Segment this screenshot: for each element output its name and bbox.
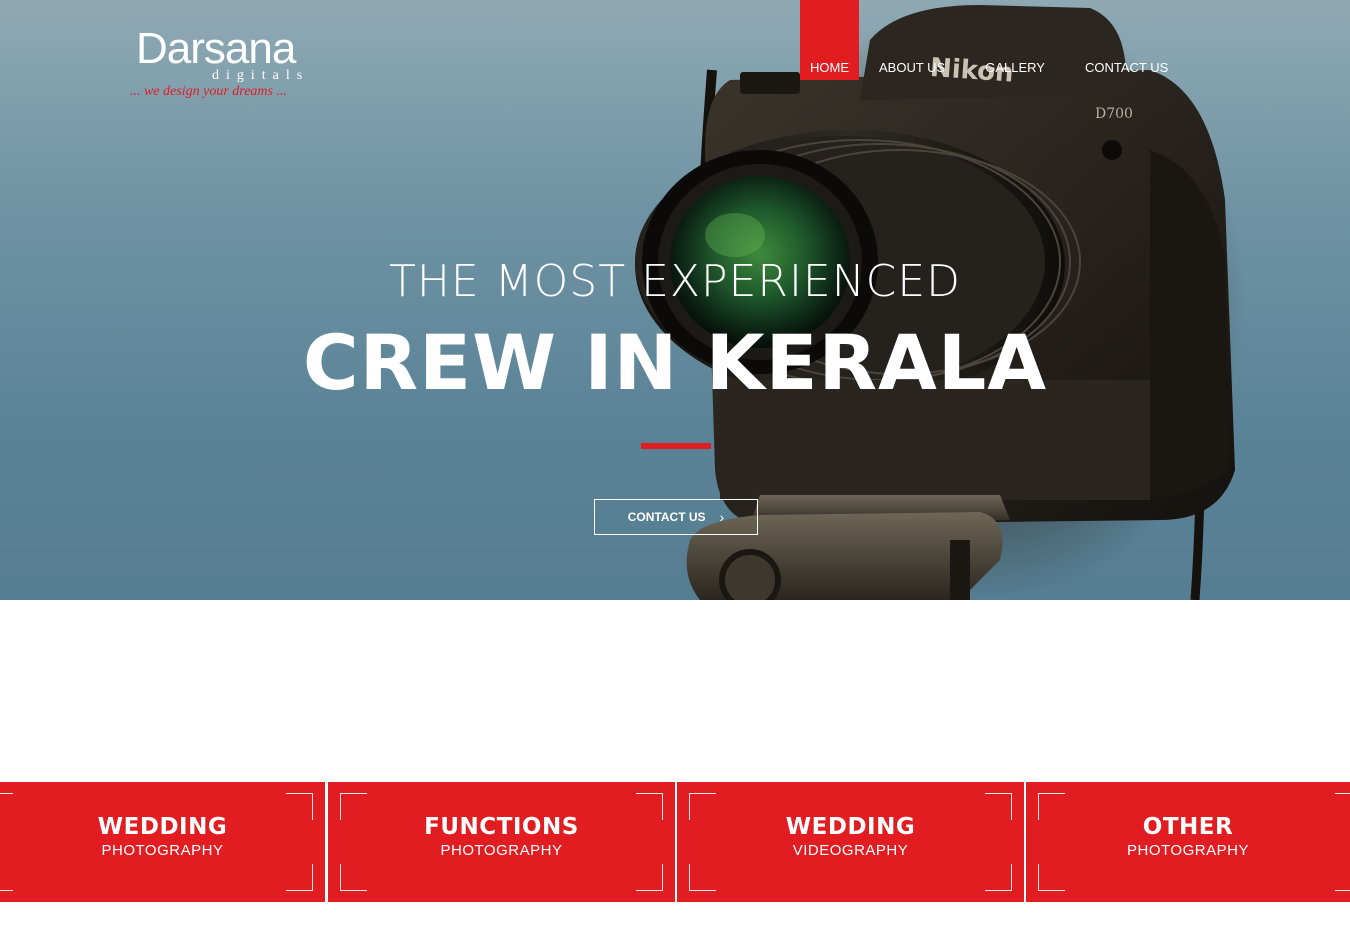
hero-subheading: THE MOST EXPERIENCED [388, 256, 962, 307]
brand-sub: digitals [212, 68, 310, 83]
service-subtitle: PHOTOGRAPHY [1127, 842, 1249, 859]
service-wedding-videography[interactable]: WEDDING VIDEOGRAPHY [677, 782, 1024, 902]
nav-item-label: GALLERY [985, 60, 1045, 75]
hero-heading: CREW IN KERALA [302, 318, 1048, 407]
service-subtitle: VIDEOGRAPHY [792, 842, 909, 859]
brand-tagline: ... we design your dreams ... [130, 84, 287, 99]
nav-item-label: HOME [810, 60, 849, 75]
corner-frame [286, 864, 313, 891]
service-wedding-photography[interactable]: WEDDING PHOTOGRAPHY [0, 782, 325, 902]
hero-divider [641, 443, 711, 449]
brand-logo[interactable]: Darsana digitals ... we design your drea… [130, 24, 340, 104]
nav-item-gallery[interactable]: GALLERY [965, 0, 1065, 80]
chevron-right-icon: › [719, 509, 725, 525]
nav-item-label: ABOUT US [879, 60, 946, 75]
service-functions-photography[interactable]: FUNCTIONS PHOTOGRAPHY [328, 782, 675, 902]
service-subtitle: PHOTOGRAPHY [101, 842, 224, 859]
brand-name: Darsana [136, 24, 296, 73]
hero-banner: Nikon D700 Darsana digitals ... we desig… [0, 0, 1350, 600]
service-subtitle: PHOTOGRAPHY [440, 842, 563, 859]
nav-item-home[interactable]: HOME [800, 0, 859, 80]
service-title: WEDDING [785, 814, 916, 840]
service-title: WEDDING [97, 814, 228, 840]
corner-frame [689, 864, 716, 891]
svg-text:D700: D700 [1095, 106, 1133, 122]
corner-frame [0, 864, 13, 891]
service-title: FUNCTIONS [424, 814, 579, 840]
corner-frame [1335, 864, 1350, 891]
service-title: OTHER [1142, 814, 1234, 840]
corner-frame [1038, 864, 1065, 891]
contact-us-button[interactable]: CONTACT US › [594, 499, 758, 535]
services-strip: WEDDING PHOTOGRAPHY FUNCTIONS PHOTOGRAPH… [0, 782, 1350, 902]
main-nav: HOME ABOUT US GALLERY CONTACT US [800, 0, 1188, 80]
service-other-photography[interactable]: OTHER PHOTOGRAPHY [1026, 782, 1350, 902]
corner-frame [340, 864, 367, 891]
corner-frame [636, 864, 663, 891]
nav-item-contact[interactable]: CONTACT US [1065, 0, 1188, 80]
contact-us-button-label: CONTACT US [627, 510, 706, 524]
corner-frame [985, 864, 1012, 891]
nav-item-label: CONTACT US [1084, 60, 1169, 75]
nav-item-about[interactable]: ABOUT US [859, 0, 965, 80]
